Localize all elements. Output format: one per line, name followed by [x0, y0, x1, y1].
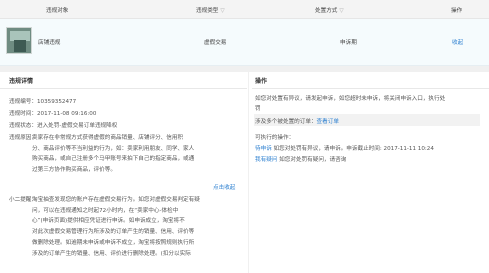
question-link[interactable]: 我有疑问 [255, 157, 277, 163]
tip-line: 对此次虚假交易管理行为所涉及的订单产生的销量、信用、评价等 [32, 229, 195, 236]
table-header: 违规对象 违规类型 ▽ 处置方式 ▽ 操作 [0, 0, 489, 19]
header-violation-type[interactable]: 违规类型 ▽ [196, 6, 225, 14]
violation-time-label: 违规时间： [9, 111, 37, 117]
reason-line: 分、商品评价等不当利益的行为，如：卖家利用朋友、同学、家人 [32, 145, 195, 152]
tip-text: 淘宝抽查发现您的账户存在虚假交易行为。如您对虚假交易判定有疑 问，可以在违规通知… [32, 195, 240, 259]
tip-line: 涉及的订单产生的销量、信用、评价进行删除处理。(扣分以实际 [32, 250, 191, 257]
violation-id-value: 10359352477 [36, 99, 77, 105]
row-violation-type: 虚假交易 [204, 40, 227, 46]
violation-reason-text: 卖家存在非常规方式获得虚假的商品销量、店铺评分、信用积 分、商品评价等不当利益的… [32, 133, 240, 176]
filter-icon[interactable]: ▽ [220, 8, 224, 14]
header-handling-method-label: 处置方式 [315, 8, 338, 14]
violation-status-value: 进入处罚-虚假交易订单违规降权 [36, 123, 118, 129]
header-violation-type-label: 违规类型 [196, 8, 219, 14]
details-title: 违规详情 [9, 78, 34, 85]
view-orders-link[interactable]: 查看订单 [317, 119, 339, 125]
reason-line: 卖家存在非常规方式获得虚假的商品销量、店铺评分、信用积 [32, 135, 184, 141]
row-handling-method: 申诉期 [340, 40, 357, 46]
operations-title: 操作 [255, 78, 268, 85]
collapse-details-link[interactable]: 点击收起 [213, 183, 235, 191]
tip-line: 心”(申诉页面)提供相应凭证进行申诉。如申诉成立，淘宝将不 [32, 218, 185, 225]
question-desc: 如您对处罚有疑问，请咨询 [279, 157, 347, 163]
item-thumbnail [6, 27, 32, 54]
panel-divider [248, 72, 249, 273]
row-violation-object: 店铺违规 [38, 40, 61, 46]
violation-id-label: 违规编号： [9, 99, 37, 105]
header-handling-method[interactable]: 处置方式 ▽ [315, 6, 344, 14]
header-action: 操作 [451, 8, 463, 14]
violation-status-label: 违规状态： [9, 123, 37, 129]
appeal-link[interactable]: 待申诉 [255, 146, 272, 152]
violation-id: 违规编号：10359352477 [9, 97, 76, 105]
operations-desc-line: 罚 [255, 106, 261, 112]
violation-time: 违规时间：2017-11-08 09:16:00 [9, 109, 96, 117]
tip-line: 淘宝抽查发现您的账户存在虚假交易行为。如您对虚假交易判定有疑 [32, 197, 200, 203]
tip-line: 做删除处理。如逾期未申诉或申诉不成立，淘宝将按照规则执行所 [32, 239, 195, 246]
tip-line: 问，可以在违规通知之时起72小时内，在“卖家中心-体检中 [32, 207, 179, 214]
operations-title-divider [252, 88, 489, 89]
violation-status: 违规状态：进入处罚-虚假交易订单违规降权 [9, 121, 117, 129]
related-orders-label: 涉及多个被处置的订单： [255, 119, 317, 125]
section-divider [0, 66, 489, 72]
details-title-divider [0, 88, 247, 89]
operations-desc-line: 如您对处置有异议，请发起申诉，如您超时未申诉，将关闭申诉入口，执行处 [255, 96, 446, 102]
appeal-desc: 如您对处罚有异议，请申诉。申诉截止时间: 2017-11-11 10:24 [273, 146, 434, 152]
appeal-operation: 待申诉 如您对处罚有异议，请申诉。申诉截止时间: 2017-11-11 10:2… [255, 144, 434, 152]
collapse-row-link[interactable]: 收起 [452, 38, 463, 46]
question-operation: 我有疑问 如您对处罚有疑问，请咨询 [255, 155, 346, 163]
header-violation-object: 违规对象 [46, 8, 69, 14]
reason-line: 过第三方协作购买商品，评价等。 [32, 167, 116, 174]
executable-ops-label: 可执行的操作： [255, 135, 295, 141]
filter-icon[interactable]: ▽ [339, 8, 343, 14]
related-orders: 涉及多个被处置的订单：查看订单 [255, 117, 339, 125]
table-row: 店铺违规 虚假交易 申诉期 收起 [0, 19, 489, 66]
violation-time-value: 2017-11-08 09:16:00 [36, 111, 97, 117]
reason-line: 购买商品，或自己注册多个马甲账号来拍下自己的指定商品，或通 [32, 156, 195, 163]
